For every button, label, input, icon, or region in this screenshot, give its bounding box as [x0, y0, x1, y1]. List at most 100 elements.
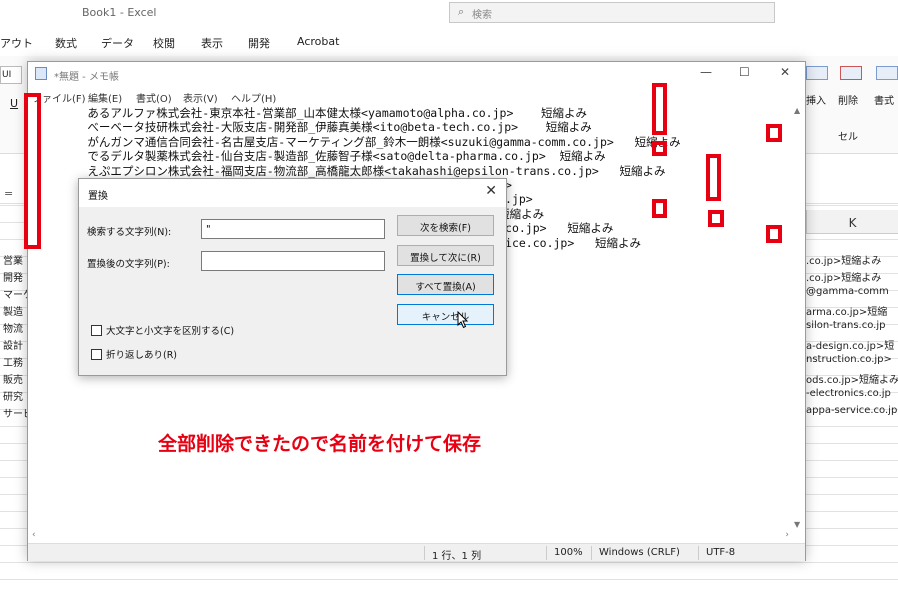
text-line: べーベータ技研株式会社-大阪支店-開発部_伊藤真美様<ito@beta-tech… [32, 120, 592, 135]
replace-label: 置換後の文字列(P): [87, 259, 170, 270]
highlight-box [24, 93, 41, 249]
match-case-label: 大文字と小文字を区別する(C) [106, 326, 235, 337]
scroll-right-icon[interactable]: › [785, 530, 789, 540]
excel-cell[interactable]: 設計 [3, 337, 23, 352]
ribbon-tab-view[interactable]: 表示 [201, 35, 223, 51]
minimize-icon[interactable]: — [700, 65, 712, 79]
scroll-left-icon[interactable]: ‹ [32, 530, 36, 540]
excel-cell[interactable]: .co.jp>短縮よみ [806, 252, 898, 267]
excel-cell[interactable]: nstruction.co.jp> [806, 354, 898, 365]
excel-cell[interactable]: ods.co.jp>短縮よみ [806, 371, 898, 386]
highlight-box [706, 154, 721, 201]
underline-button[interactable]: U [10, 97, 18, 110]
font-name-box[interactable]: UI [0, 66, 22, 84]
search-icon: ⌕ [458, 5, 465, 18]
text-line: えぷエプシロン株式会社-福岡支店-物流部_高橋龍太郎様<takahashi@ep… [32, 163, 666, 178]
text-line: でるデルタ製薬株式会社-仙台支店-製造部_佐藤智子様<sato@delta-ph… [32, 149, 606, 164]
notepad-title-bar[interactable]: *無題 - メモ帳 — ☐ ✕ [28, 62, 805, 86]
annotation-text: 全部削除できたので名前を付けて保存 [158, 433, 482, 455]
ribbon-tab-formulas[interactable]: 数式 [55, 35, 77, 51]
replace-dialog: 置換 ✕ 検索する文字列(N): 置換後の文字列(P): 次を検索(F) 置換し… [78, 178, 507, 376]
find-label: 検索する文字列(N): [87, 227, 172, 238]
dialog-title-bar[interactable]: 置換 ✕ [79, 179, 506, 207]
text-line: がんガンマ通信合同会社-名古屋支店-マーケティング部_鈴木一朗様<suzuki@… [32, 134, 681, 149]
close-icon[interactable]: ✕ [485, 183, 497, 199]
status-divider [546, 546, 547, 560]
formula-equals-label: = [4, 187, 14, 200]
excel-cell[interactable]: a-design.co.jp>短 [806, 337, 898, 352]
text-line: あるアルファ株式会社-東京本社-営業部_山本健太様<yamamoto@alpha… [32, 106, 588, 120]
excel-cell[interactable]: 工務 [3, 354, 23, 369]
excel-cell[interactable]: 製造 [3, 303, 23, 318]
delete-cells-icon[interactable] [840, 66, 862, 80]
cancel-button[interactable]: キャンセル [397, 304, 494, 325]
vertical-scrollbar[interactable]: ▲ ▼ [791, 106, 805, 531]
column-header-k[interactable]: K [806, 210, 898, 234]
scroll-up-icon[interactable]: ▲ [794, 106, 800, 115]
excel-cell[interactable]: .co.jp>短縮よみ [806, 269, 898, 284]
insert-cells-icon[interactable] [806, 66, 828, 80]
encoding: UTF-8 [706, 547, 736, 558]
ribbon-tab-layout[interactable]: アウト [0, 35, 33, 51]
replace-next-button[interactable]: 置換して次に(R) [397, 245, 494, 266]
notepad-status-bar: 1 行、1 列 100% Windows (CRLF) UTF-8 [28, 543, 805, 562]
menu-help[interactable]: ヘルプ(H) [231, 90, 276, 105]
dialog-title: 置換 [88, 191, 108, 202]
find-next-button[interactable]: 次を検索(F) [397, 215, 494, 236]
close-icon[interactable]: ✕ [780, 65, 790, 79]
highlight-box [766, 225, 782, 243]
excel-cell[interactable]: 物流 [3, 320, 23, 335]
excel-cell[interactable]: 研究 [3, 388, 23, 403]
mouse-pointer-icon [457, 311, 469, 329]
excel-search-box[interactable]: ⌕ 検索 [449, 2, 775, 23]
ribbon-tab-review[interactable]: 校閲 [153, 35, 175, 51]
excel-cell[interactable]: arma.co.jp>短縮 [806, 303, 898, 318]
notepad-icon [35, 67, 47, 80]
ribbon-tab-acrobat[interactable]: Acrobat [297, 35, 339, 48]
excel-window-title: Book1 - Excel [82, 6, 157, 19]
highlight-box [708, 210, 724, 227]
notepad-title: *無題 - メモ帳 [54, 72, 119, 83]
cells-group-label: セル [838, 132, 858, 143]
ribbon-tab-developer[interactable]: 開発 [248, 35, 270, 51]
ribbon-tab-data[interactable]: データ [101, 35, 134, 51]
status-divider [424, 546, 425, 560]
menu-format[interactable]: 書式(O) [136, 90, 172, 105]
checkbox-box[interactable] [91, 325, 102, 336]
excel-cell[interactable]: @gamma-comm [806, 286, 898, 297]
checkbox-box[interactable] [91, 349, 102, 360]
replace-input[interactable] [201, 251, 385, 271]
highlight-box [766, 124, 782, 142]
horizontal-scrollbar[interactable]: ‹ › [28, 530, 793, 544]
line-ending: Windows (CRLF) [599, 547, 680, 558]
scroll-down-icon[interactable]: ▼ [794, 520, 800, 529]
menu-view[interactable]: 表示(V) [183, 90, 218, 105]
match-case-checkbox[interactable]: 大文字と小文字を区別する(C) [91, 323, 234, 337]
find-input[interactable] [201, 219, 385, 239]
highlight-box [652, 199, 667, 218]
excel-ribbon-tabs: アウト 数式 データ 校閲 表示 開発 Acrobat [0, 32, 898, 52]
excel-title-bar: Book1 - Excel ⌕ 検索 [0, 0, 898, 28]
insert-cells-button[interactable]: 挿入 [806, 92, 826, 107]
excel-cell[interactable]: silon-trans.co.jp [806, 320, 898, 331]
excel-cell[interactable]: 営業 [3, 252, 23, 267]
excel-cell[interactable]: 開発 [3, 269, 23, 284]
delete-cells-button[interactable]: 削除 [838, 92, 858, 107]
maximize-icon[interactable]: ☐ [739, 65, 750, 79]
excel-cell[interactable]: -electronics.co.jp [806, 388, 898, 399]
excel-search-placeholder: 検索 [472, 10, 492, 21]
excel-cell[interactable]: appa-service.co.jp [806, 405, 898, 416]
wrap-around-label: 折り返しあり(R) [106, 350, 178, 361]
highlight-box [652, 83, 667, 135]
excel-cell[interactable]: 販売 [3, 371, 23, 386]
cursor-position: 1 行、1 列 [432, 551, 482, 562]
zoom-level: 100% [554, 547, 583, 558]
wrap-around-checkbox[interactable]: 折り返しあり(R) [91, 347, 177, 361]
replace-all-button[interactable]: すべて置換(A) [397, 274, 494, 295]
format-cells-button[interactable]: 書式 [874, 92, 894, 107]
format-cells-icon[interactable] [876, 66, 898, 80]
status-divider [698, 546, 699, 560]
menu-edit[interactable]: 編集(E) [88, 90, 122, 105]
notepad-menu-bar: ファイル(F) 編集(E) 書式(O) 表示(V) ヘルプ(H) [28, 87, 805, 105]
status-divider [591, 546, 592, 560]
